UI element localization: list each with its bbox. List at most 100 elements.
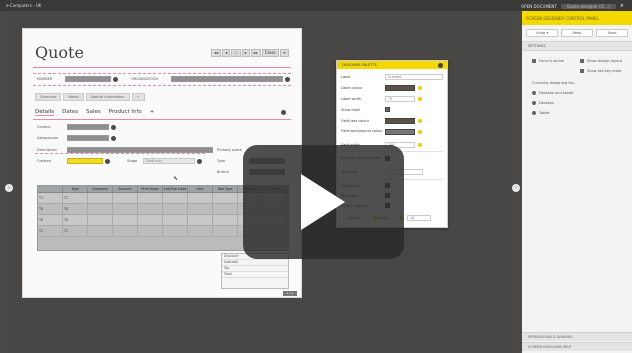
grid-cell[interactable] [213,226,238,236]
radio-icon[interactable] [532,91,536,95]
grid-cell[interactable] [213,215,238,225]
grid-cell[interactable] [163,204,188,214]
dropdown-icon[interactable] [197,159,202,164]
grid-cell[interactable] [113,215,138,225]
tab-details[interactable]: Details [35,109,55,116]
label-width-input[interactable]: 75 [385,96,415,102]
field-text-colour-swatch[interactable] [385,118,415,124]
field-background-colour-swatch[interactable] [385,129,415,135]
grid-cell[interactable] [88,204,113,214]
grid-cell[interactable]: T0 [38,204,63,214]
show-tab-order-option[interactable]: Show tab key order [580,69,622,73]
checkbox-icon[interactable] [580,59,584,63]
form-active-option[interactable]: Form is active [532,59,564,63]
checkbox-icon[interactable] [580,69,584,73]
number-field[interactable] [65,76,111,82]
video-play-button[interactable] [243,145,404,259]
grid-cell[interactable]: T0 [63,215,88,225]
label-colour-swatch[interactable] [385,85,415,91]
open-document-link[interactable]: OPEN DOCUMENT [521,4,557,9]
subtab-add[interactable]: + [131,93,145,101]
colour-picker-icon[interactable] [418,86,422,90]
grid-cell[interactable] [113,204,138,214]
output-number-input[interactable]: 10 [407,215,431,221]
lookup-icon[interactable] [111,136,116,141]
grid-cell[interactable]: T1 [38,193,63,203]
radio-icon[interactable] [532,101,536,105]
grid-cell[interactable] [188,193,213,203]
last-button[interactable]: ▸▸ [250,49,261,57]
tab-options-icon[interactable] [281,110,286,115]
radio-icon[interactable] [532,111,536,115]
grid-cell[interactable] [113,226,138,236]
undo-button[interactable]: Undo ▾ [526,29,558,37]
grid-cell[interactable] [188,204,213,214]
palette-close-icon[interactable] [438,62,443,68]
grid-cell[interactable]: T0 [63,204,88,214]
lookup-icon[interactable] [285,77,290,82]
subtab-notes[interactable]: Notes [63,93,84,101]
close-icon[interactable]: × [620,3,624,9]
grid-cell[interactable]: T2 [63,226,88,236]
next-button[interactable]: ▸ [241,49,250,57]
grid-cell[interactable] [138,204,163,214]
grid-cell[interactable] [213,204,238,214]
save-button[interactable]: Save [596,29,628,37]
grid-cell[interactable] [213,193,238,203]
grid-cell[interactable] [188,226,213,236]
grid-cell[interactable] [138,226,163,236]
redo-button[interactable]: Redo [561,29,593,37]
tab-dates[interactable]: Dates [62,109,78,116]
menu-icon[interactable]: ≡ [279,49,289,57]
calendar-icon[interactable] [105,159,110,164]
grid-cell[interactable] [88,226,113,236]
grid-cell[interactable] [113,193,138,203]
grid-cell[interactable]: T1 [63,193,88,203]
salesperson-field[interactable] [67,135,109,141]
lookup-icon[interactable] [111,125,116,130]
totals-row: Total [222,272,288,278]
grid-cell[interactable] [88,193,113,203]
organisation-field[interactable] [171,76,283,82]
show-label-checkbox[interactable] [385,107,390,112]
colour-picker-icon[interactable] [418,119,422,123]
lookup-icon[interactable] [113,77,118,82]
refresh-button[interactable]: ○ [231,49,241,57]
tab-sales[interactable]: Sales [86,109,101,116]
grid-cell[interactable] [138,215,163,225]
settings-section-header[interactable]: SETTINGS [522,41,632,51]
subtab-special-information[interactable]: Special Information [85,93,130,101]
grid-cell[interactable]: T2 [38,226,63,236]
stage-field[interactable]: Draft quo [143,158,195,164]
label-input[interactable]: Created [385,74,443,80]
grid-cell[interactable] [163,215,188,225]
help-section-header[interactable]: SCREEN DESIGNER HELP [522,342,632,351]
desktop-option[interactable]: Desktop [532,101,554,105]
grid-cell[interactable] [163,226,188,236]
close-button[interactable]: Close [261,49,279,57]
created-field[interactable] [67,158,103,164]
stepper-icon[interactable] [418,97,422,101]
desktop-tablet-option[interactable]: Desktop and tablet [532,91,573,95]
left-collapse-handle-icon[interactable]: › [5,184,13,192]
checkbox-icon[interactable] [532,59,536,63]
grid-cell[interactable] [138,193,163,203]
document-pill[interactable]: Quote designer (Cl...) [560,3,616,9]
tab-add[interactable]: + [150,109,155,116]
grid-cell[interactable] [188,215,213,225]
pager[interactable]: 1 / 1 [283,291,297,296]
permissions-section-header[interactable]: PERMISSIONS & SHARING [522,332,632,341]
stepper-icon[interactable] [418,143,422,147]
first-button[interactable]: ◂◂ [211,49,222,57]
subtab-overview[interactable]: Overview [35,93,62,101]
right-collapse-handle-icon[interactable]: ‹ [512,184,520,192]
show-design-option[interactable]: Show design layout [580,59,622,63]
grid-cell[interactable] [88,215,113,225]
tablet-option[interactable]: Tablet [532,111,550,115]
contact-field[interactable] [67,124,109,130]
tab-product-info[interactable]: Product Info [109,109,142,116]
colour-picker-icon[interactable] [418,130,422,134]
prev-button[interactable]: ◂ [222,49,231,57]
grid-cell[interactable] [163,193,188,203]
grid-cell[interactable]: T0 [38,215,63,225]
